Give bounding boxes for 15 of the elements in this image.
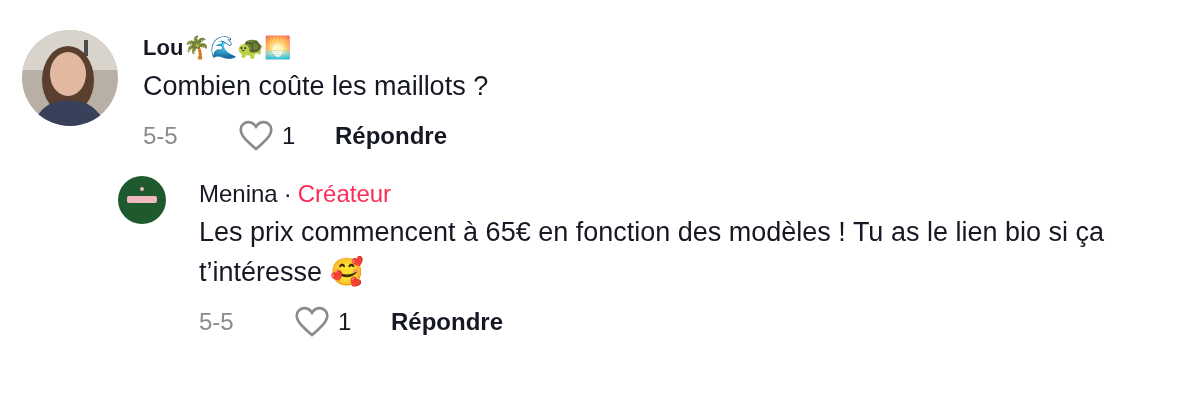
heart-icon[interactable] [294, 306, 330, 338]
comment-text: Les prix commencent à 65€ en fonction des modèles ! Tu as le lien bio si ça t’intéresse 🥰 [199, 216, 1105, 289]
creator-label: Créateur [297, 180, 392, 208]
reply-button[interactable]: Répondre [391, 308, 503, 336]
comment-text: Combien coûte les maillots ? [143, 70, 489, 103]
author-name[interactable]: Menina [199, 180, 278, 208]
comment-date: 5-5 [143, 122, 179, 150]
logo-icon [118, 176, 166, 224]
reply-button[interactable]: Répondre [335, 122, 447, 150]
like-count: 1 [338, 308, 353, 336]
like-count: 1 [282, 122, 297, 150]
author-name[interactable]: Lou🌴🌊🐢🌅 [143, 35, 292, 61]
heart-icon[interactable] [238, 120, 274, 152]
comment-date: 5-5 [199, 308, 235, 336]
separator-dot: · [283, 180, 292, 208]
